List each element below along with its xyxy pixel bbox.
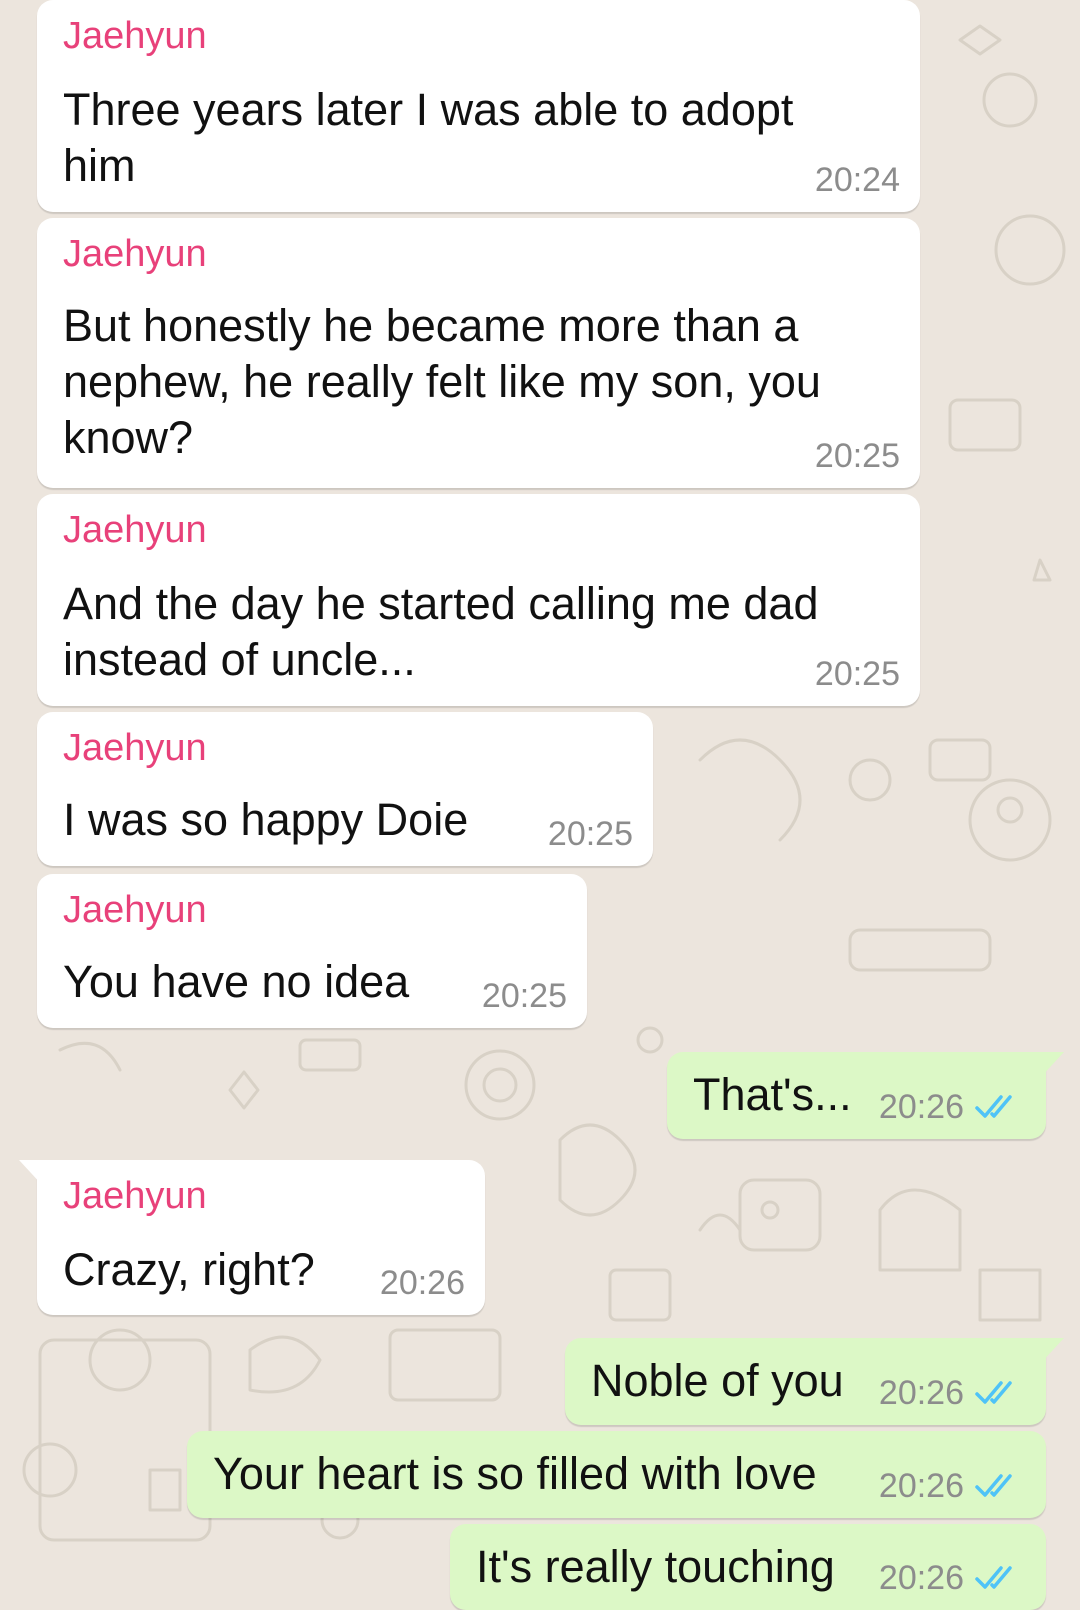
message-text: Three years later I was able to adopt hi… [63,84,794,191]
incoming-message[interactable]: Jaehyun You have no idea 20:25 [37,874,587,1028]
sender-name[interactable]: Jaehyun [63,1172,207,1220]
read-receipt-icon [975,1095,1012,1118]
incoming-message[interactable]: Jaehyun Crazy, right? 20:26 [19,1160,485,1315]
read-receipt-icon [975,1474,1012,1497]
message-timestamp: 20:25 [814,437,900,475]
sender-name[interactable]: Jaehyun [63,724,207,772]
bubble-tail [19,1160,43,1186]
message-text: That's... [693,1069,852,1120]
sender-name[interactable]: Jaehyun [63,12,207,60]
bubble-tail [1040,1052,1064,1078]
bubble-tail [1040,1338,1064,1364]
message-timestamp: 20:26 [878,1467,964,1505]
sender-name[interactable]: Jaehyun [63,230,207,278]
message-timestamp: 20:24 [814,161,900,199]
outgoing-message[interactable]: Noble of you 20:26 [565,1338,1064,1425]
message-text: But honestly he became more than a nephe… [63,300,821,463]
sender-name[interactable]: Jaehyun [63,886,207,934]
message-timestamp: 20:26 [878,1559,964,1597]
incoming-message[interactable]: Jaehyun And the day he started calling me… [37,494,920,706]
message-text: I was so happy Doie [63,794,469,845]
message-timestamp: 20:25 [814,655,900,693]
incoming-message[interactable]: Jaehyun Three years later I was able to a… [37,0,920,212]
outgoing-message[interactable]: Your heart is so filled with love 20:26 [187,1431,1046,1518]
incoming-message[interactable]: Jaehyun I was so happy Doie 20:25 [37,712,653,866]
incoming-message[interactable]: Jaehyun But honestly he became more than … [37,218,920,488]
message-text: Crazy, right? [63,1244,315,1295]
message-text: You have no idea [63,956,410,1007]
message-text: And the day he started calling me dad in… [63,578,819,685]
outgoing-message[interactable]: It's really touching 20:26 [450,1524,1046,1610]
message-text: Noble of you [591,1355,844,1406]
message-text: Your heart is so filled with love [213,1448,817,1499]
outgoing-message[interactable]: That's... 20:26 [667,1052,1064,1139]
read-receipt-icon [975,1381,1012,1404]
chat-area[interactable]: Jaehyun Three years later I was able to a… [0,0,1080,1610]
message-timestamp: 20:26 [878,1088,964,1126]
message-timestamp: 20:26 [878,1374,964,1412]
read-receipt-icon [975,1566,1012,1589]
sender-name[interactable]: Jaehyun [63,506,207,554]
message-timestamp: 20:26 [379,1264,465,1302]
message-timestamp: 20:25 [547,815,633,853]
message-timestamp: 20:25 [481,977,567,1015]
message-text: It's really touching [476,1541,835,1592]
